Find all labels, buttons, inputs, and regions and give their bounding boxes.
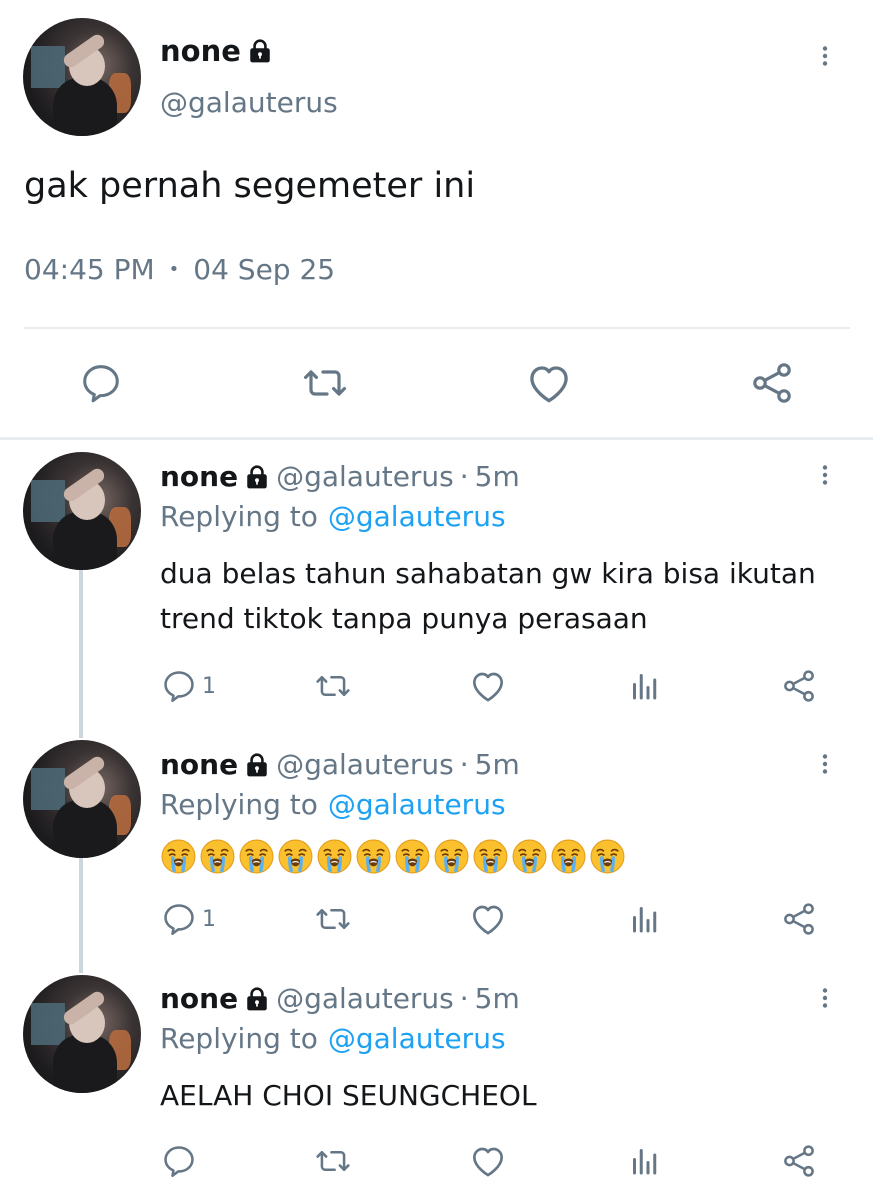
more-options-icon[interactable] xyxy=(813,457,837,493)
reply-button[interactable]: 1 xyxy=(160,900,216,938)
dot-separator: · xyxy=(459,460,469,493)
share-button[interactable] xyxy=(780,1142,818,1180)
tweet-age: 5m xyxy=(474,982,520,1015)
avatar[interactable] xyxy=(23,740,141,858)
username[interactable]: @galauterus xyxy=(276,982,454,1015)
avatar[interactable] xyxy=(23,18,141,136)
display-name[interactable]: none xyxy=(160,34,241,68)
thread-line xyxy=(79,858,83,973)
retweet-icon xyxy=(313,1142,353,1180)
crying-face-emoji-icon xyxy=(511,838,548,875)
section-divider xyxy=(0,437,873,440)
retweet-button[interactable] xyxy=(313,1142,353,1180)
dot-separator: · xyxy=(459,982,469,1015)
analytics-button[interactable] xyxy=(627,901,663,937)
retweet-button[interactable] xyxy=(313,667,353,705)
crying-face-emoji-icon xyxy=(589,838,626,875)
username[interactable]: @galauterus xyxy=(276,460,454,493)
dot-separator: · xyxy=(459,748,469,781)
avatar[interactable] xyxy=(23,975,141,1093)
reply-button[interactable]: 1 xyxy=(160,667,216,705)
more-options-icon[interactable] xyxy=(813,746,837,782)
analytics-icon xyxy=(627,1143,663,1179)
share-button[interactable] xyxy=(748,359,796,407)
heart-icon xyxy=(468,899,508,939)
replying-to-link[interactable]: @galauterus xyxy=(328,788,506,821)
display-name[interactable]: none xyxy=(160,460,238,493)
reply-icon xyxy=(160,1142,198,1180)
replying-label: Replying to xyxy=(160,788,318,821)
retweet-icon xyxy=(313,667,353,705)
lock-icon xyxy=(244,463,270,491)
crying-face-emoji-icon xyxy=(394,838,431,875)
heart-icon xyxy=(468,1141,508,1181)
replying-label: Replying to xyxy=(160,1022,318,1055)
analytics-icon xyxy=(627,901,663,937)
replying-to-link[interactable]: @galauterus xyxy=(328,500,506,533)
lock-icon xyxy=(244,985,270,1013)
thread-line xyxy=(79,570,83,738)
like-button[interactable] xyxy=(468,899,508,939)
separator: • xyxy=(168,259,180,280)
lock-icon xyxy=(247,37,273,65)
share-button[interactable] xyxy=(780,667,818,705)
reply-button[interactable] xyxy=(160,1142,198,1180)
reply-count: 1 xyxy=(202,906,216,932)
share-button[interactable] xyxy=(780,900,818,938)
more-options-icon[interactable] xyxy=(813,38,837,74)
tweet-age: 5m xyxy=(474,748,520,781)
heart-icon xyxy=(468,666,508,706)
display-name[interactable]: none xyxy=(160,748,238,781)
replying-label: Replying to xyxy=(160,500,318,533)
crying-face-emoji-icon xyxy=(199,838,236,875)
reply-button[interactable] xyxy=(78,360,124,406)
more-options-icon[interactable] xyxy=(813,980,837,1016)
reply-icon xyxy=(160,900,198,938)
reply-icon xyxy=(160,667,198,705)
retweet-button[interactable] xyxy=(313,900,353,938)
crying-face-emoji-icon xyxy=(550,838,587,875)
analytics-button[interactable] xyxy=(627,668,663,704)
reply-icon xyxy=(78,360,124,406)
tweet-text-line: AELAH CHOI SEUNGCHEOL xyxy=(160,1079,537,1112)
retweet-button[interactable] xyxy=(300,359,350,407)
retweet-icon xyxy=(300,359,350,407)
like-button[interactable] xyxy=(468,666,508,706)
crying-face-emoji-icon xyxy=(433,838,470,875)
replying-to-link[interactable]: @galauterus xyxy=(328,1022,506,1055)
date: 04 Sep 25 xyxy=(193,253,336,286)
analytics-icon xyxy=(627,668,663,704)
analytics-button[interactable] xyxy=(627,1143,663,1179)
crying-face-emoji-icon xyxy=(472,838,509,875)
username[interactable]: @galauterus xyxy=(276,748,454,781)
retweet-icon xyxy=(313,900,353,938)
share-icon xyxy=(780,1142,818,1180)
like-button[interactable] xyxy=(468,1141,508,1181)
tweet-age: 5m xyxy=(474,460,520,493)
share-icon xyxy=(780,900,818,938)
heart-icon xyxy=(524,358,574,408)
time: 04:45 PM xyxy=(24,253,155,286)
divider xyxy=(24,327,850,329)
crying-face-emoji-icon xyxy=(160,838,197,875)
tweet-text-line: trend tiktok tanpa punya perasaan xyxy=(160,602,648,635)
crying-face-emoji-icon xyxy=(355,838,392,875)
emoji-row xyxy=(160,838,626,875)
tweet-text-line: dua belas tahun sahabatan gw kira bisa i… xyxy=(160,557,816,590)
display-name[interactable]: none xyxy=(160,982,238,1015)
avatar[interactable] xyxy=(23,452,141,570)
lock-icon xyxy=(244,751,270,779)
tweet-text: gak pernah segemeter ini xyxy=(24,166,476,206)
timestamp: 04:45 PM • 04 Sep 25 xyxy=(24,253,335,286)
username[interactable]: @galauterus xyxy=(160,86,338,119)
crying-face-emoji-icon xyxy=(316,838,353,875)
crying-face-emoji-icon xyxy=(238,838,275,875)
like-button[interactable] xyxy=(524,358,574,408)
share-icon xyxy=(780,667,818,705)
share-icon xyxy=(748,359,796,407)
crying-face-emoji-icon xyxy=(277,838,314,875)
reply-count: 1 xyxy=(202,673,216,699)
